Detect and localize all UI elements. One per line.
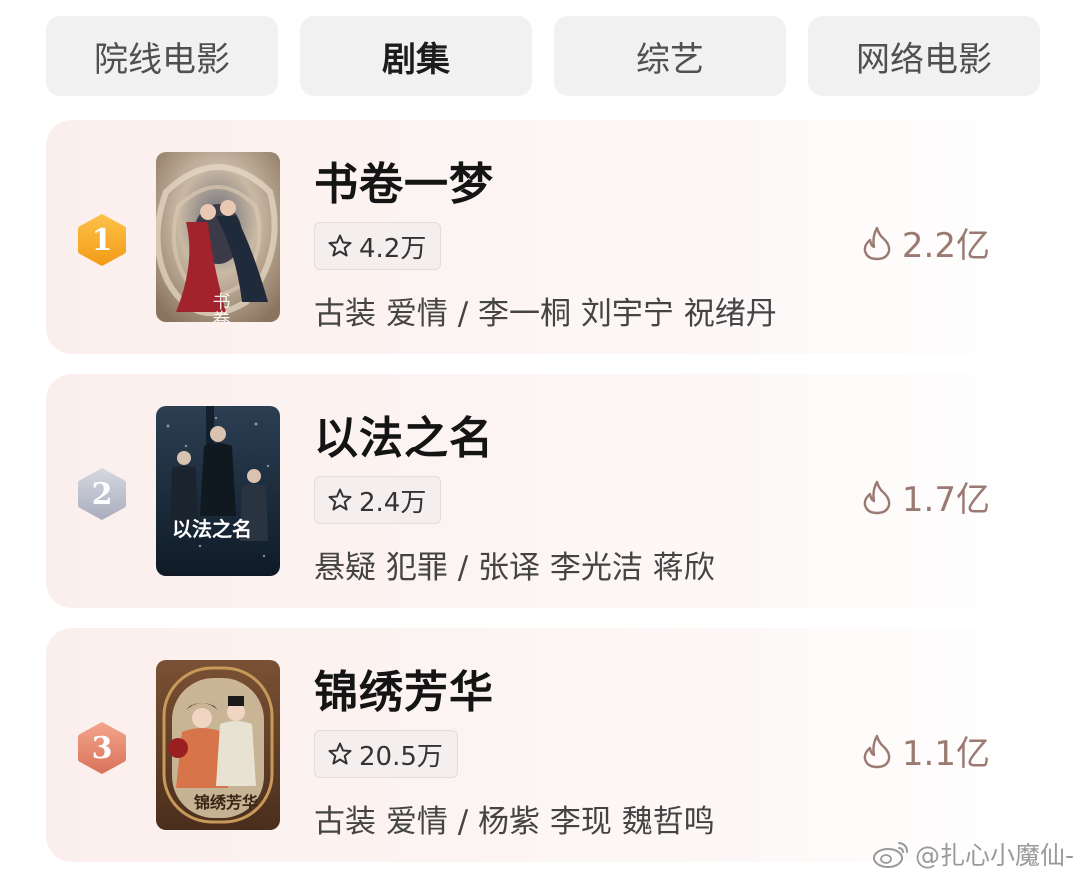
poster-title-text: 锦绣芳华 (194, 793, 258, 812)
flame-outline-icon (863, 226, 891, 260)
ranking-card-3[interactable]: 3 锦绣芳华 锦绣芳华 20.5万 古装 爱情 / 杨紫 李现 魏哲鸣 1.1亿 (46, 628, 1040, 862)
rating-badge: 20.5万 (314, 730, 458, 778)
heat-value: 1.1亿 (901, 734, 990, 774)
rating-value: 4.2万 (359, 233, 427, 264)
rank-badge-silver: 2 (76, 466, 128, 522)
tab-web-films[interactable]: 网络电影 (808, 16, 1040, 96)
poster-title-text: 以法之名 (172, 517, 252, 541)
show-title[interactable]: 锦绣芳华 (314, 656, 494, 720)
tab-variety[interactable]: 综艺 (554, 16, 786, 96)
star-outline-icon (328, 742, 352, 765)
rank-badge-gold: 1 (76, 212, 128, 268)
tab-theatrical-films[interactable]: 院线电影 (46, 16, 278, 96)
heat-index: 2.2亿 (862, 218, 990, 267)
genre-cast-tags: 悬疑 犯罪 / 张译 李光洁 蒋欣 (314, 550, 715, 586)
ranking-card-2[interactable]: 2 以法之名 以法之名 2.4万 悬疑 犯罪 / 张译 李光洁 蒋欣 1.7亿 (46, 374, 1040, 608)
poster-image[interactable]: 锦绣芳华 (156, 660, 280, 830)
show-title[interactable]: 以法之名 (314, 402, 494, 466)
watermark-text: @扎心小魔仙- (914, 841, 1074, 870)
rank-number: 3 (91, 730, 113, 766)
heat-value: 2.2亿 (901, 226, 990, 266)
watermark: @扎心小魔仙- (871, 836, 1074, 872)
star-outline-icon (328, 234, 352, 257)
rating-badge: 4.2万 (314, 222, 442, 270)
poster-image[interactable]: 书卷一梦 (156, 152, 280, 322)
flame-outline-icon (863, 480, 891, 514)
star-outline-icon (328, 488, 352, 511)
rating-badge: 2.4万 (314, 476, 442, 524)
rating-value: 20.5万 (359, 741, 443, 772)
rank-badge-bronze: 3 (76, 720, 128, 776)
category-tabs: 院线电影 剧集 综艺 网络电影 (46, 16, 1040, 96)
rating-value: 2.4万 (359, 487, 427, 518)
tab-series[interactable]: 剧集 (300, 16, 532, 96)
heat-value: 1.7亿 (901, 480, 990, 520)
flame-outline-icon (863, 734, 891, 768)
show-title[interactable]: 书卷一梦 (314, 148, 494, 212)
rank-number: 1 (91, 222, 113, 258)
heat-index: 1.7亿 (862, 472, 990, 521)
weibo-logo-icon (872, 842, 908, 868)
poster-title-text: 书卷一梦 (210, 292, 231, 322)
heat-index: 1.1亿 (862, 726, 990, 775)
genre-cast-tags: 古装 爱情 / 李一桐 刘宇宁 祝绪丹 (314, 296, 777, 332)
ranking-card-1[interactable]: 1 书卷一梦 书卷一梦 4.2万 古装 爱情 (46, 120, 1040, 354)
poster-image[interactable]: 以法之名 (156, 406, 280, 576)
rank-number: 2 (91, 476, 113, 512)
genre-cast-tags: 古装 爱情 / 杨紫 李现 魏哲鸣 (314, 804, 715, 840)
